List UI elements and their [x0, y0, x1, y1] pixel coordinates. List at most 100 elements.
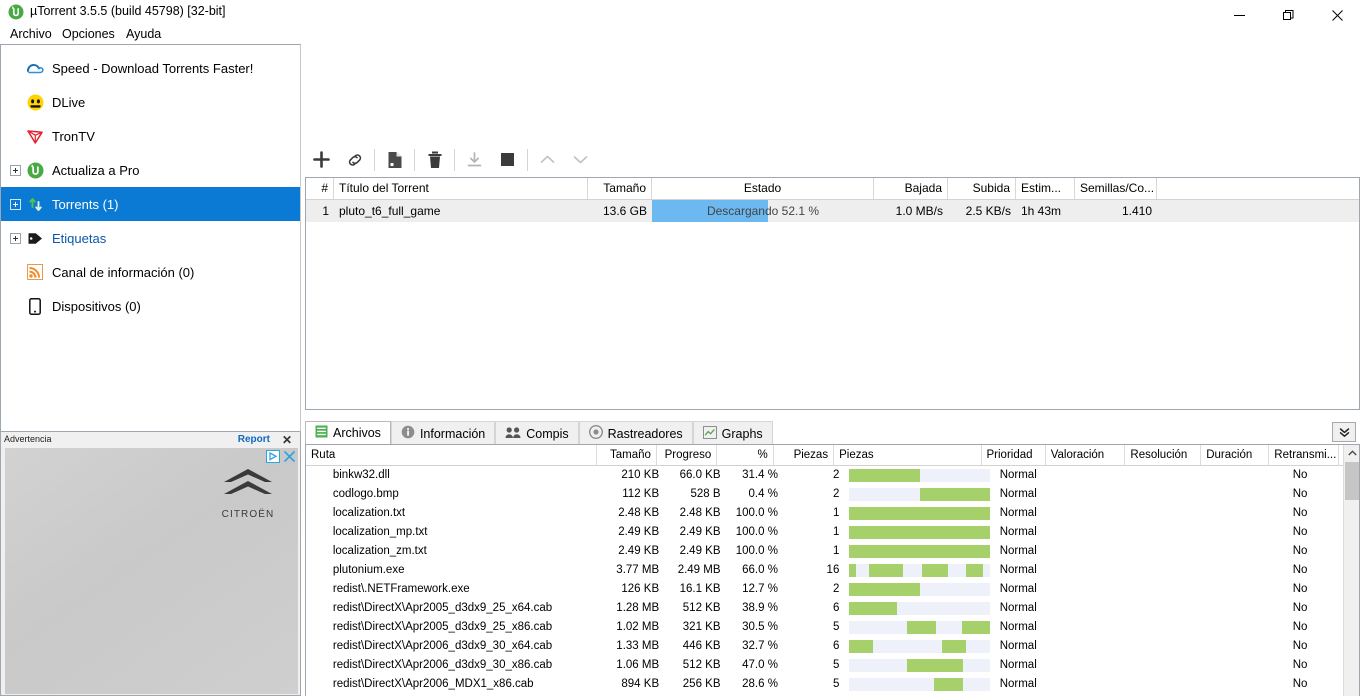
- tab-rastreadores[interactable]: Rastreadores: [578, 421, 693, 445]
- trontv-icon: [25, 126, 45, 146]
- sidebar-item-speed[interactable]: Speed - Download Torrents Faster!: [1, 51, 300, 85]
- column-header-title[interactable]: Título del Torrent: [334, 178, 588, 199]
- column-header-piezas-bar[interactable]: Piezas: [834, 445, 982, 465]
- move-up-button[interactable]: [531, 143, 564, 176]
- column-header-resolucion[interactable]: Resolución: [1125, 445, 1202, 465]
- cell-progress: 16.1 KB: [679, 583, 721, 595]
- cell-priority: Normal: [999, 564, 1037, 576]
- move-down-button[interactable]: [564, 143, 597, 176]
- column-header-up[interactable]: Subida: [948, 178, 1016, 199]
- utorrent-logo-icon: [8, 4, 24, 20]
- table-row[interactable]: 1 pluto_t6_full_game 13.6 GB Descargando…: [306, 200, 1359, 222]
- stop-torrent-button[interactable]: [491, 143, 524, 176]
- double-chevron-down-icon: [1339, 427, 1349, 437]
- cell-size: 1.02 MB: [616, 621, 660, 633]
- sidebar-item-dlive[interactable]: DLive: [1, 85, 300, 119]
- tab-informacion[interactable]: Información: [390, 421, 496, 445]
- cell-size: 1.33 MB: [616, 640, 660, 652]
- column-header-size[interactable]: Tamaño: [588, 178, 652, 199]
- remove-torrent-button[interactable]: [418, 143, 451, 176]
- sidebar-item-dispositivos[interactable]: Dispositivos (0): [1, 289, 300, 323]
- table-row[interactable]: localization.txt 2.48 KB 2.48 KB 100.0 % 1 No…: [306, 504, 1359, 523]
- cell-resolution: [1141, 523, 1218, 542]
- left-ad-report-link[interactable]: Report: [238, 434, 270, 445]
- table-row[interactable]: redist\DirectX\Apr2006_d3dx9_30_x64.cab 1…: [306, 637, 1359, 656]
- tab-compis[interactable]: Compis: [495, 421, 579, 445]
- expand-icon[interactable]: [10, 198, 21, 210]
- graph-icon: [702, 425, 717, 442]
- column-header-down[interactable]: Bajada: [874, 178, 948, 199]
- row-indent: [306, 485, 328, 504]
- column-header-eta[interactable]: Estim...: [1016, 178, 1075, 199]
- cell-duration: [1218, 637, 1287, 656]
- pieces-progress-bar: [849, 507, 990, 520]
- expand-icon[interactable]: [10, 164, 21, 176]
- cell-rating: [1060, 580, 1141, 599]
- collapse-details-button[interactable]: [1332, 422, 1356, 442]
- sidebar-item-torrents[interactable]: Torrents (1): [1, 187, 300, 221]
- add-torrent-url-button[interactable]: [338, 143, 371, 176]
- column-header-num[interactable]: #: [306, 178, 334, 199]
- column-header-retransmision[interactable]: Retransmi...: [1269, 445, 1340, 465]
- tab-archivos[interactable]: Archivos: [305, 421, 391, 445]
- column-header-duracion[interactable]: Duración: [1201, 445, 1270, 465]
- column-header-seeds[interactable]: Semillas/Co...: [1075, 178, 1157, 199]
- adchoices-controls: [266, 450, 296, 466]
- cell-rating: [1060, 656, 1141, 675]
- scroll-up-button[interactable]: [1344, 445, 1359, 461]
- tab-graphs[interactable]: Graphs: [692, 421, 773, 445]
- pieces-segment: [965, 564, 983, 577]
- cell-percent: 100.0 %: [735, 526, 778, 538]
- vertical-scrollbar[interactable]: [1343, 445, 1359, 696]
- table-row[interactable]: localization_mp.txt 2.49 KB 2.49 KB 100.0 %…: [306, 523, 1359, 542]
- column-header-percent[interactable]: %: [717, 445, 774, 465]
- cell-pieces-count: 2: [832, 488, 840, 500]
- table-row[interactable]: redist\.NETFramework.exe 126 KB 16.1 KB 12.…: [306, 580, 1359, 599]
- table-row[interactable]: codlogo.bmp 112 KB 528 B 0.4 % 2 Normal No: [306, 485, 1359, 504]
- cell-pieces-count: 1: [832, 507, 840, 519]
- add-torrent-button[interactable]: [305, 143, 338, 176]
- pieces-progress-bar: [849, 678, 990, 691]
- cell-resolution: [1141, 656, 1218, 675]
- ad-close-icon[interactable]: [283, 450, 296, 466]
- cell-rating: [1060, 485, 1141, 504]
- cell-percent: 66.0 %: [742, 564, 778, 576]
- cell-progress: 512 KB: [682, 602, 721, 614]
- sidebar-item-trontv[interactable]: TronTV: [1, 119, 300, 153]
- cell-resolution: [1141, 599, 1218, 618]
- column-header-status[interactable]: Estado: [652, 178, 874, 199]
- cell-resolution: [1141, 485, 1218, 504]
- cell-path: redist\DirectX\Apr2005_d3dx9_25_x86.cab: [332, 621, 553, 633]
- left-ad-creative[interactable]: CITROËN: [5, 448, 298, 694]
- column-header-tamano[interactable]: Tamaño: [597, 445, 657, 465]
- table-row[interactable]: localization_zm.txt 2.49 KB 2.49 KB 100.0 %…: [306, 542, 1359, 561]
- cell-percent: 28.6 %: [742, 678, 778, 690]
- sidebar-item-etiquetas[interactable]: Etiquetas: [1, 221, 300, 255]
- table-row[interactable]: redist\DirectX\Apr2006_MDX1_x86.cab 894 K…: [306, 675, 1359, 694]
- menu-opciones[interactable]: Opciones: [56, 25, 121, 44]
- cell-percent: 100.0 %: [735, 545, 778, 557]
- adchoices-icon[interactable]: [266, 450, 280, 466]
- close-icon[interactable]: ✕: [282, 433, 292, 447]
- table-row[interactable]: redist\DirectX\Apr2005_d3dx9_25_x64.cab 1…: [306, 599, 1359, 618]
- table-row[interactable]: binkw32.dll 210 KB 66.0 KB 31.4 % 2 Normal No: [306, 466, 1359, 485]
- column-header-ruta[interactable]: Ruta: [306, 445, 597, 465]
- column-header-piezas-count[interactable]: Piezas: [774, 445, 835, 465]
- expand-icon[interactable]: [10, 232, 21, 244]
- table-row[interactable]: plutonium.exe 3.77 MB 2.49 MB 66.0 % 16 Norma…: [306, 561, 1359, 580]
- create-torrent-button[interactable]: [378, 143, 411, 176]
- sidebar-item-canal-informacion[interactable]: Canal de información (0): [1, 255, 300, 289]
- column-header-valoracion[interactable]: Valoración: [1046, 445, 1126, 465]
- column-header-progreso[interactable]: Progreso: [657, 445, 718, 465]
- table-row[interactable]: redist\DirectX\Apr2006_d3dx9_30_x86.cab 1…: [306, 656, 1359, 675]
- sidebar-item-actualiza-pro[interactable]: Actualiza a Pro: [1, 153, 300, 187]
- scrollbar-thumb[interactable]: [1345, 462, 1359, 500]
- start-torrent-button[interactable]: [458, 143, 491, 176]
- column-header-prioridad[interactable]: Prioridad: [982, 445, 1046, 465]
- file-table: Ruta Tamaño Progreso % Piezas Piezas Pri…: [305, 444, 1360, 696]
- window-title: µTorrent 3.5.5 (build 45798) [32-bit]: [30, 4, 226, 18]
- utorrent-pro-icon: [25, 160, 45, 180]
- table-row[interactable]: redist\DirectX\Apr2005_d3dx9_25_x86.cab 1…: [306, 618, 1359, 637]
- menu-ayuda[interactable]: Ayuda: [120, 25, 167, 44]
- menu-archivo[interactable]: Archivo: [4, 25, 58, 44]
